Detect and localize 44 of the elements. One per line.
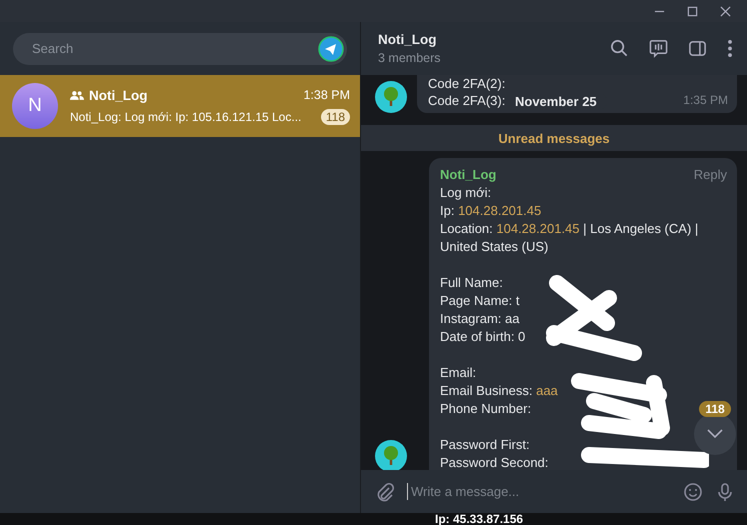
tree-avatar-icon [375, 81, 407, 113]
message-text: Code 2FA(3): [428, 92, 506, 109]
more-options-icon[interactable] [727, 39, 733, 58]
close-icon[interactable] [720, 6, 731, 16]
search-field[interactable]: Search [13, 32, 347, 64]
message-text: Password Second: [440, 454, 548, 470]
message-text: Email Business: aaa [440, 382, 558, 400]
message-text: Date of birth: 0 [440, 328, 526, 346]
message-time: 1:35 PM [683, 92, 728, 109]
microphone-icon[interactable] [715, 482, 735, 502]
message-composer-field[interactable]: Write a message... [361, 470, 747, 513]
message-text: Ip: 104.28.201.45 [440, 202, 542, 220]
chat-time: 1:38 PM [303, 88, 350, 102]
emoji-icon[interactable] [683, 482, 703, 502]
message-text: Log mới: [440, 184, 492, 202]
chat-list-item[interactable]: N Noti_Log 1:38 PM Noti_Log: Log mới: Ip: 105.16.121.15 Loc... 118 [0, 75, 360, 137]
chat-title: Noti_Log [378, 32, 438, 47]
chat-name: Noti_Log [89, 88, 148, 102]
search-input[interactable]: Search [30, 40, 318, 57]
sender-name: Noti_Log [440, 166, 496, 184]
reply-link[interactable]: Reply [694, 166, 727, 184]
unread-count: 118 [699, 401, 731, 417]
message-text: Full Name: [440, 274, 503, 292]
member-count: 3 members [378, 51, 442, 65]
paperclip-icon[interactable] [375, 482, 395, 502]
message-text: Location: 104.28.201.45 | Los Angeles (CA) | United States (US) [440, 220, 700, 256]
paper-plane-icon[interactable] [318, 36, 344, 62]
message-text: Instagram: aa [440, 310, 520, 328]
message-text: Page Name: t [440, 292, 520, 310]
voice-chat-icon[interactable] [649, 39, 668, 58]
chat-avatar: N [12, 83, 58, 129]
unread-count: 118 [320, 108, 350, 124]
sidebar-toggle-icon[interactable] [688, 39, 707, 58]
chevron-down-icon [707, 429, 723, 439]
message-text: Phone Number: [440, 400, 532, 418]
maximize-icon[interactable] [687, 6, 698, 16]
group-icon [70, 90, 84, 100]
message-input[interactable]: Write a message... [407, 483, 671, 500]
message-text: Email: [440, 364, 476, 382]
search-icon[interactable] [610, 39, 629, 58]
tree-avatar-icon [375, 440, 407, 470]
message-text: Password First: [440, 436, 530, 454]
chat-preview: Noti_Log: Log mới: Ip: 105.16.121.15 Loc... [70, 110, 302, 124]
message-text: Code 2FA(2): [428, 75, 506, 92]
